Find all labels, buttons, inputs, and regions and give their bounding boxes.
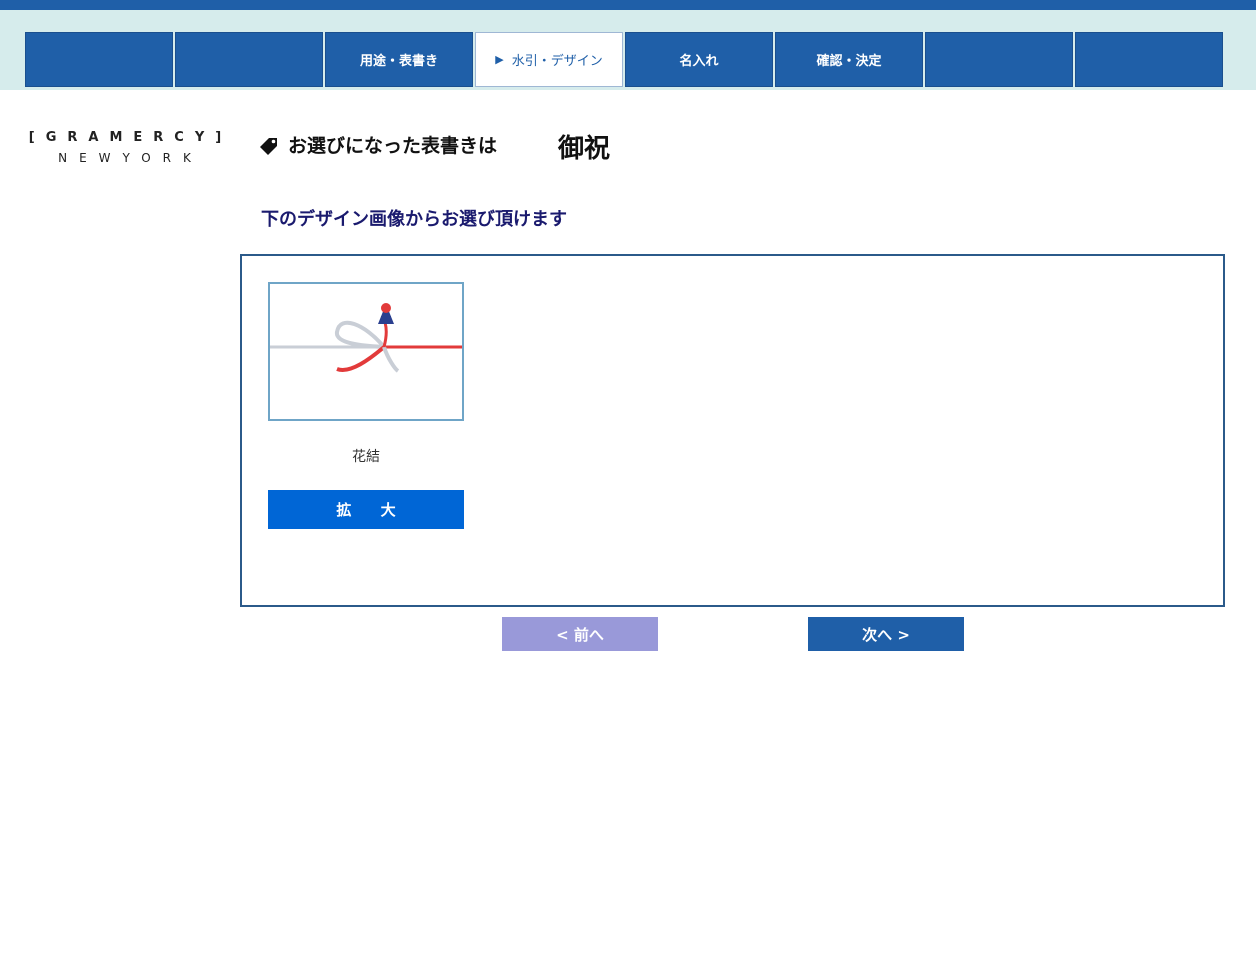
step-mizuhiki-design[interactable]: ▶ 水引・デザイン xyxy=(475,32,623,87)
step-7 xyxy=(925,32,1073,87)
step-label: 確認・決定 xyxy=(816,54,882,69)
top-accent-bar xyxy=(0,0,1256,10)
prev-button[interactable]: < 前へ xyxy=(502,617,658,651)
brand-logo: [GRAMERCY] NEWYORK xyxy=(28,130,233,165)
play-triangle-icon: ▶ xyxy=(495,53,504,66)
logo-line-2: NEWYORK xyxy=(58,151,203,165)
step-2 xyxy=(175,32,323,87)
design-instruction: 下のデザイン画像からお選び頂けます xyxy=(261,209,567,230)
step-confirm[interactable]: 確認・決定 xyxy=(775,32,923,87)
selected-inscription-label: お選びになった表書きは xyxy=(288,135,498,157)
step-name-print[interactable]: 名入れ xyxy=(625,32,773,87)
zoom-button[interactable]: 拡 大 xyxy=(268,490,464,529)
design-name: 花結 xyxy=(352,449,380,465)
design-card: 花結 拡 大 xyxy=(268,282,464,529)
step-label: 名入れ xyxy=(679,54,719,69)
step-label: 水引・デザイン xyxy=(511,54,603,69)
logo-line-1: [GRAMERCY] xyxy=(28,130,233,145)
mizuhiki-bow-image xyxy=(270,303,462,373)
selected-inscription-value: 御祝 xyxy=(558,134,611,164)
step-label: 用途・表書き xyxy=(359,54,438,69)
next-button[interactable]: 次へ > xyxy=(808,617,964,651)
design-panel: 花結 拡 大 xyxy=(240,254,1225,607)
step-purpose-inscription[interactable]: 用途・表書き xyxy=(325,32,473,87)
step-1 xyxy=(25,32,173,87)
step-8 xyxy=(1075,32,1223,87)
tag-icon xyxy=(260,138,277,155)
design-thumbnail[interactable] xyxy=(268,282,464,421)
step-navigation: 用途・表書き ▶ 水引・デザイン 名入れ 確認・決定 xyxy=(25,32,1225,87)
